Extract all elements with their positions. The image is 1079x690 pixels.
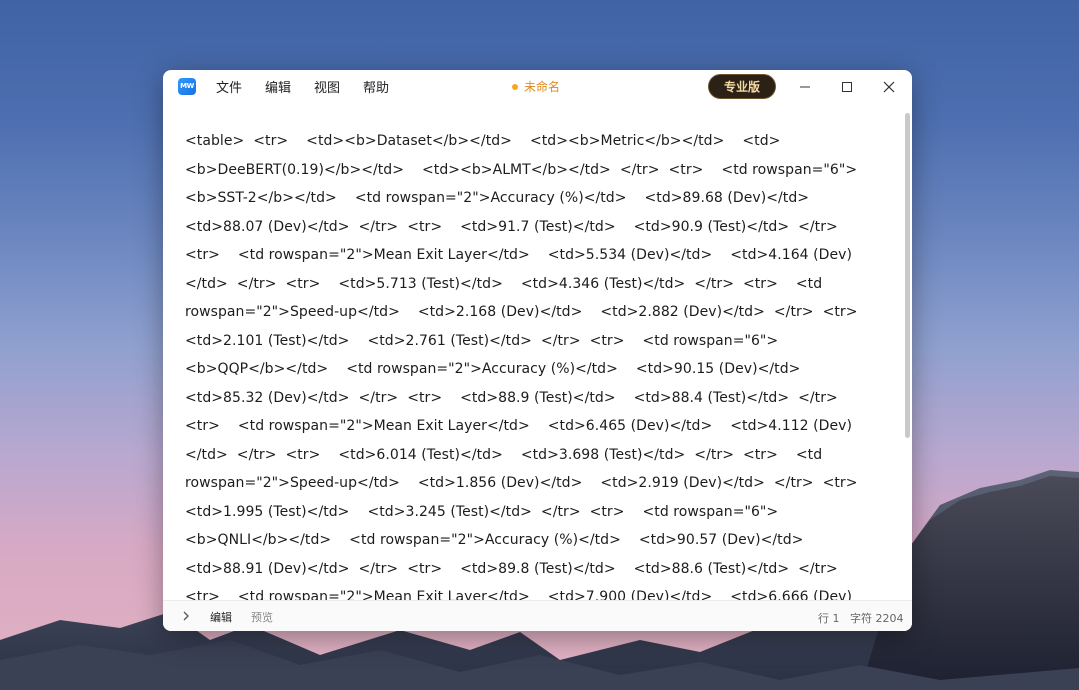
minimize-icon bbox=[800, 86, 810, 87]
document-title-text: 未命名 bbox=[524, 80, 561, 94]
title-bar: MW 文件 编辑 视图 帮助 未命名 专业版 bbox=[163, 70, 912, 103]
menu-bar: 文件 编辑 视图 帮助 bbox=[216, 70, 412, 103]
text-editor[interactable]: <table> <tr> <td><b>Dataset</b></td> <td… bbox=[163, 103, 903, 600]
close-button[interactable] bbox=[869, 70, 909, 103]
preview-mode-tab[interactable]: 预览 bbox=[251, 609, 273, 625]
maximize-button[interactable] bbox=[827, 70, 867, 103]
status-bar: 编辑 预览 行 1 字符 2204 bbox=[163, 600, 912, 631]
chevron-right-icon[interactable] bbox=[180, 609, 192, 623]
close-icon bbox=[883, 81, 895, 92]
editor-window: MW 文件 编辑 视图 帮助 未命名 专业版 <table> <tr> <td>… bbox=[163, 70, 912, 631]
menu-help[interactable]: 帮助 bbox=[363, 77, 389, 96]
menu-edit[interactable]: 编辑 bbox=[265, 77, 291, 96]
pro-version-button[interactable]: 专业版 bbox=[708, 74, 776, 99]
desktop: MW 文件 编辑 视图 帮助 未命名 专业版 <table> <tr> <td>… bbox=[0, 0, 1079, 690]
maximize-icon bbox=[842, 81, 852, 92]
document-title: 未命名 bbox=[512, 70, 560, 103]
menu-file[interactable]: 文件 bbox=[216, 77, 242, 96]
scrollbar-thumb[interactable] bbox=[905, 113, 910, 438]
menu-view[interactable]: 视图 bbox=[314, 77, 340, 96]
unsaved-dot-icon bbox=[512, 83, 518, 90]
char-count: 字符 2204 bbox=[850, 612, 904, 625]
edit-mode-tab[interactable]: 编辑 bbox=[210, 609, 232, 625]
app-icon[interactable]: MW bbox=[178, 78, 196, 95]
editor-content[interactable]: <table> <tr> <td><b>Dataset</b></td> <td… bbox=[185, 127, 875, 600]
line-indicator: 行 1 bbox=[818, 612, 840, 625]
vertical-scrollbar[interactable] bbox=[903, 103, 912, 600]
minimize-button[interactable] bbox=[785, 70, 825, 103]
